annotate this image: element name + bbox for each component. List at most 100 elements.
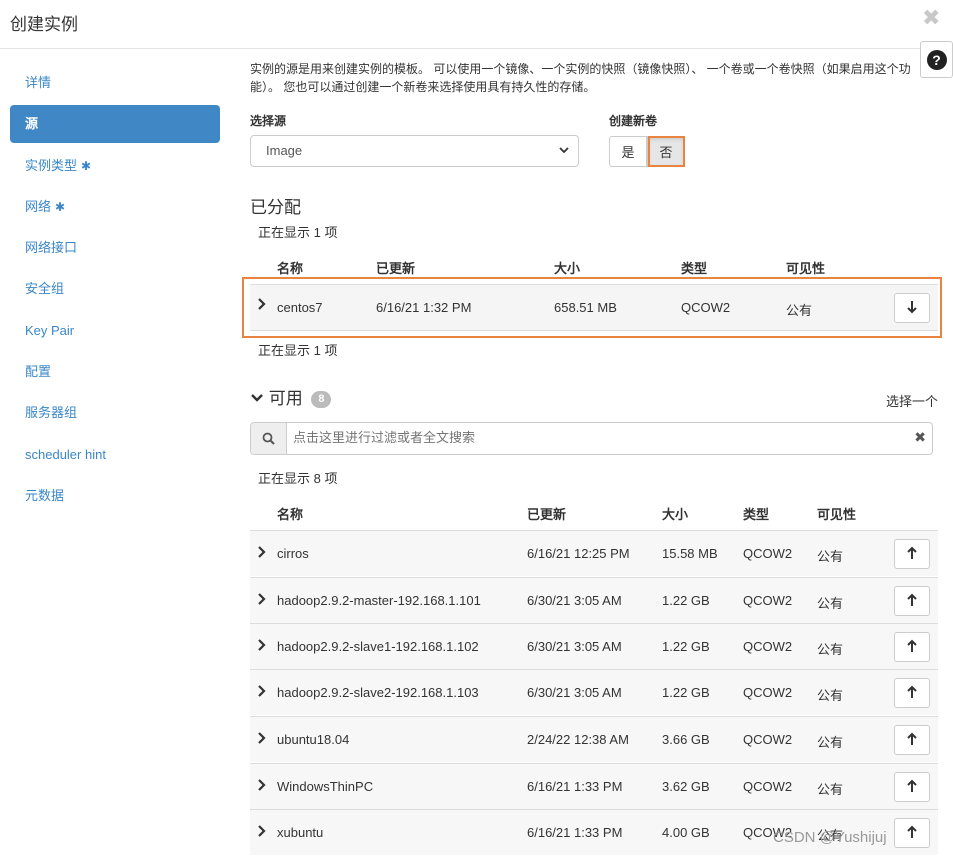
image-updated: 6/16/21 12:25 PM [527,546,630,561]
search-bar: ✖ [250,422,933,455]
sidebar-item-details[interactable]: 详情 [10,64,220,102]
image-updated: 6/16/21 1:32 PM [376,300,472,315]
select-source-label: 选择源 [250,114,287,128]
col-header-visibility[interactable]: 可见性 [786,258,825,277]
image-visibility: 公有 [817,782,844,797]
sidebar-item-source[interactable]: 源 [10,105,220,144]
modal-header: 创建实例 ✖ [0,0,953,49]
sidebar-item-metadata[interactable]: 元数据 [10,477,220,515]
allocate-button[interactable] [894,539,930,569]
sidebar-item-label: 网络 [25,198,52,214]
image-name: centos7 [277,300,323,315]
clear-icon[interactable]: ✖ [914,429,926,446]
allocated-title: 已分配 [250,198,301,217]
image-size: 15.58 MB [662,546,718,561]
sidebar-item-network-ports[interactable]: 网络接口 [10,229,220,267]
source-content: 实例的源是用来创建实例的模板。 可以使用一个镜像、一个实例的快照（镜像快照）、 … [250,60,940,96]
allocated-count-top: 正在显示 1 项 [258,225,338,240]
chevron-down-icon [558,136,570,177]
allocate-button[interactable] [894,678,930,708]
col-header-size[interactable]: 大小 [554,258,580,277]
image-visibility: 公有 [786,303,813,318]
chevron-right-icon[interactable] [258,825,266,840]
image-size: 3.66 GB [662,732,710,747]
sidebar-item-flavor[interactable]: 实例类型 ✱ [10,147,220,185]
sidebar-item-server-groups[interactable]: 服务器组 [10,394,220,432]
sidebar-item-label: 服务器组 [25,405,78,421]
required-icon: ✱ [81,158,92,173]
deallocate-button[interactable] [894,293,930,323]
allocate-button[interactable] [894,586,930,616]
available-toggle[interactable]: 可用 8 [250,384,332,409]
available-count: 正在显示 8 项 [258,471,338,486]
image-name: xubuntu [277,825,324,840]
image-size: 4.00 GB [662,825,710,840]
image-updated: 6/30/21 3:05 AM [527,593,622,608]
chevron-right-icon[interactable] [258,779,266,794]
image-type: QCOW2 [743,685,793,700]
col-header-updated[interactable]: 已更新 [527,504,566,523]
allocate-button[interactable] [894,632,930,662]
wizard-sidebar: 详情 源 实例类型 ✱ 网络 ✱ 网络接口 安全组 Key Pair 配置 服务器组… [10,64,220,518]
image-name: WindowsThinPC [277,779,374,794]
watermark: CSDN @Yushijuj [773,829,887,846]
allocate-button[interactable] [894,725,930,755]
image-visibility: 公有 [817,735,844,750]
col-header-type[interactable]: 类型 [743,504,769,523]
sidebar-item-key-pair[interactable]: Key Pair [10,312,220,350]
sidebar-item-configuration[interactable]: 配置 [10,353,220,391]
arrow-down-icon [906,300,918,317]
image-size: 658.51 MB [554,300,617,315]
volume-no-button[interactable]: 否 [647,136,685,167]
allocated-count-bottom: 正在显示 1 项 [258,343,338,358]
search-icon [251,423,287,454]
col-header-type[interactable]: 类型 [681,258,707,277]
chevron-right-icon[interactable] [258,639,266,654]
sidebar-item-label: 安全组 [25,281,65,297]
chevron-right-icon[interactable] [258,593,266,608]
sidebar-item-networks[interactable]: 网络 ✱ [10,188,220,226]
image-updated: 6/16/21 1:33 PM [527,825,623,840]
select-one-hint: 选择一个 [886,394,939,409]
available-title: 可用 [268,389,303,408]
image-type: QCOW2 [743,546,793,561]
boot-source-select[interactable]: Image [250,135,579,167]
chevron-right-icon[interactable] [258,546,266,561]
create-volume-toggle: 是 否 [609,136,685,167]
sidebar-item-label: 元数据 [25,487,65,503]
image-type: QCOW2 [743,593,793,608]
chevron-right-icon[interactable] [258,685,266,700]
image-type: QCOW2 [743,779,793,794]
close-icon[interactable]: ✖ [922,6,940,30]
sidebar-item-scheduler-hint[interactable]: scheduler hint [10,436,220,474]
col-header-name[interactable]: 名称 [277,504,303,523]
volume-yes-button[interactable]: 是 [609,136,647,167]
modal-title: 创建实例 [10,15,78,34]
image-name: cirros [277,546,309,561]
chevron-right-icon[interactable] [258,298,266,313]
arrow-up-icon [906,732,918,749]
col-header-updated[interactable]: 已更新 [376,258,415,277]
sidebar-item-label: 网络接口 [25,240,78,256]
sidebar-item-label: Key Pair [25,322,75,338]
col-header-size[interactable]: 大小 [662,504,688,523]
source-description: 实例的源是用来创建实例的模板。 可以使用一个镜像、一个实例的快照（镜像快照）、 … [250,62,911,94]
allocate-button[interactable] [894,772,930,802]
select-value: Image [266,143,303,158]
required-icon: ✱ [55,199,66,214]
chevron-right-icon[interactable] [258,732,266,747]
sidebar-item-label: 详情 [25,75,52,90]
sidebar-item-label: 配置 [25,364,52,380]
search-input[interactable] [293,430,893,445]
image-type: QCOW2 [681,300,731,315]
image-visibility: 公有 [817,596,844,611]
image-size: 1.22 GB [662,685,710,700]
col-header-visibility[interactable]: 可见性 [817,504,856,523]
allocate-button[interactable] [894,818,930,848]
sidebar-item-label: 源 [25,116,39,132]
arrow-up-icon [906,685,918,702]
image-visibility: 公有 [817,642,844,657]
col-header-name[interactable]: 名称 [277,258,303,277]
sidebar-item-security-groups[interactable]: 安全组 [10,270,220,308]
chevron-down-icon [250,389,264,408]
